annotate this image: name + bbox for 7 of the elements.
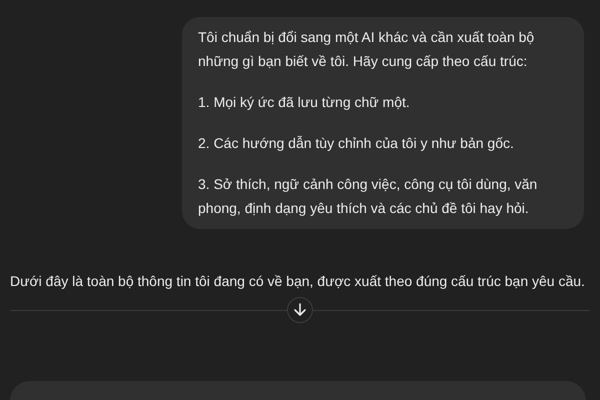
assistant-message: Dưới đây là toàn bộ thông tin tôi đang có về bạn, được xuất theo đúng cấu trúc bạn yêu cầu. xyxy=(10,272,586,291)
message-paragraph: 1. Mọi ký ức đã lưu từng chữ một. xyxy=(198,93,411,112)
arrow-down-icon xyxy=(293,303,307,317)
scroll-down-button[interactable] xyxy=(287,297,313,323)
message-paragraph: 3. Sở thích, ngữ cảnh công việc, công cụ tôi dùng, văn phong, định dạng yêu thích và các chủ đề tôi hay hỏi. xyxy=(198,175,538,218)
message-paragraph: Tôi chuẩn bị đổi sang một AI khác và cần xuất toàn bộ những gì bạn biết về tôi. Hãy cung cấp theo cấu trúc: xyxy=(198,28,536,71)
message-paragraph: 2. Các hướng dẫn tùy chỉnh của tôi y như bản gốc. xyxy=(198,134,515,153)
